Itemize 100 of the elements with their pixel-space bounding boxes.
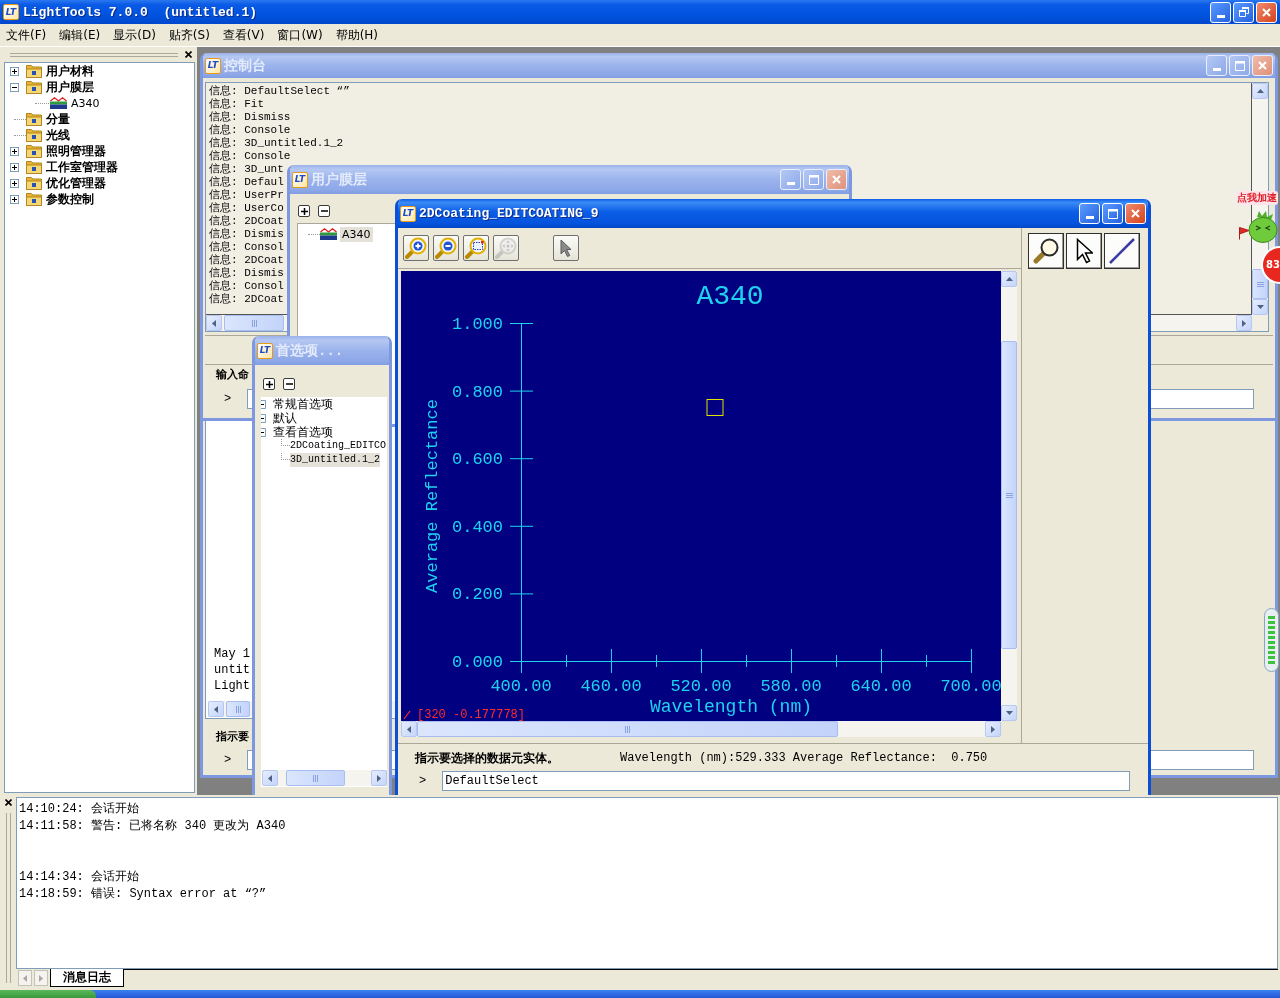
scroll-up-button[interactable] [1001,271,1017,287]
scroll-up-button[interactable] [1252,83,1268,99]
expander-icon[interactable] [261,413,266,423]
tree-item[interactable]: 工作室管理器 [46,160,118,174]
collapse-all-button[interactable] [283,378,295,390]
tree-item[interactable]: 光线 [46,128,70,142]
minimize-icon [786,182,795,185]
zoom-in-button[interactable] [403,235,429,261]
tree-item[interactable]: 照明管理器 [46,144,106,158]
menu-item[interactable]: 贴齐(S) [163,26,215,44]
scroll-left-button[interactable] [262,770,278,786]
tree-item[interactable]: 参数控制 [46,192,94,206]
scroll-down-button[interactable] [1252,299,1268,315]
collapse-all-button[interactable] [318,205,330,217]
zoom-box-button[interactable] [463,235,489,261]
close-icon[interactable] [185,51,192,58]
restore-button[interactable] [1233,1,1254,23]
tick-label: 1.000 [452,315,503,334]
scroll-thumb[interactable] [1001,341,1017,649]
zoom-out-icon [435,237,457,259]
tree-item[interactable]: 默认 [273,411,297,425]
plus-box-icon[interactable] [10,178,19,188]
menu-item[interactable]: 查看(V) [217,26,270,44]
pointer-button[interactable] [1066,233,1102,269]
expand-all-button[interactable] [263,378,275,390]
scroll-right-button[interactable] [371,770,387,786]
caret-up-icon [1256,89,1264,93]
line-button[interactable] [1104,233,1140,269]
tick-label: 0.400 [452,517,503,537]
scroll-left-button[interactable] [208,701,224,717]
layers-icon [320,228,337,240]
tree-item[interactable]: 优化管理器 [46,176,106,190]
caret-up-icon [1005,277,1013,281]
scroll-left-button[interactable] [401,721,417,737]
scroll-thumb[interactable] [286,770,345,786]
scroll-right-button[interactable] [1236,315,1252,331]
minimize-icon [1216,14,1225,18]
tree-item[interactable]: 3D_untitled.1_2 [290,453,380,467]
axis-title: Average Reflectance [422,399,442,593]
command-field[interactable]: DefaultSelect [442,771,1131,791]
folder-icon [26,144,42,158]
tree-item[interactable]: 常规首选项 [273,397,333,411]
grip-icon [1005,492,1013,498]
tree-item[interactable]: A340 [71,96,100,110]
blob-icon[interactable] [1248,211,1278,243]
speed-up-badge[interactable]: 点我加速 [1236,191,1278,205]
window-logo: LT [400,205,416,222]
scroll-thumb[interactable] [226,701,250,717]
minus-box-icon[interactable] [10,82,19,92]
horizontal-scrollbar[interactable] [262,770,387,786]
menu-item[interactable]: 编辑(E) [54,26,106,44]
menu-item[interactable]: 文件(F) [1,26,52,44]
console-line: 信息: 3D_unt [209,163,284,176]
plus-box-icon[interactable] [10,194,19,204]
menu-item[interactable]: 窗口(W) [272,26,328,44]
console-line: 信息: Fit [209,98,264,111]
menu-item[interactable]: 帮助(H) [330,26,383,44]
scroll-thumb[interactable] [224,315,284,331]
expand-all-button[interactable] [298,205,310,217]
horizontal-scrollbar[interactable] [401,721,1001,737]
tree-item[interactable]: 用户材料 [46,64,94,78]
zoom-out-button[interactable] [433,235,459,261]
tree-item[interactable]: A340 [340,226,373,242]
meter-icon [1264,608,1279,672]
plus-box-icon[interactable] [10,66,19,76]
expander-icon[interactable] [261,427,266,437]
line-icon [1109,238,1135,264]
tree-item[interactable]: 用户膜层 [46,80,94,94]
log-line: 14:18:59: 错误: Syntax error at “?” [19,886,267,903]
magnifier-button[interactable] [1028,233,1064,269]
menu-item[interactable]: 显示(D) [108,26,161,44]
grip-icon [625,725,630,733]
start-button[interactable] [0,990,96,998]
restore-icon [1238,7,1249,17]
plus-box-icon[interactable] [10,162,19,172]
folder-icon [26,192,42,206]
console-line: 信息: Consol [209,280,284,293]
caret-left-icon [214,705,218,713]
scroll-left-button[interactable] [206,315,222,331]
grip-icon [251,319,257,327]
plus-box-icon[interactable] [10,146,19,156]
tree-item[interactable]: 分量 [46,112,70,126]
console-line: 信息: UserCo [209,202,284,215]
log-tab[interactable]: 消息日志 [50,969,124,987]
tick-label: 0.000 [452,653,503,672]
close-icon[interactable] [4,799,12,806]
vertical-scrollbar[interactable] [1001,271,1017,721]
console-line: 信息: 2DCoat [209,254,284,267]
scroll-thumb[interactable] [1252,269,1268,299]
tree-item[interactable]: 2DCoating_EDITCO [290,439,386,453]
scroll-thumb[interactable] [417,721,838,737]
tick-label: 0.600 [452,450,503,470]
layers-icon [50,97,67,109]
log-line: 14:10:24: 会话开始 [19,801,139,818]
tree-item[interactable]: 查看首选项 [273,425,333,439]
scroll-right-button[interactable] [985,721,1001,737]
expander-icon[interactable] [261,399,266,409]
console-line: 信息: UserPr [209,189,284,202]
tick-label: 460.00 [580,677,642,696]
scroll-down-button[interactable] [1001,705,1017,721]
